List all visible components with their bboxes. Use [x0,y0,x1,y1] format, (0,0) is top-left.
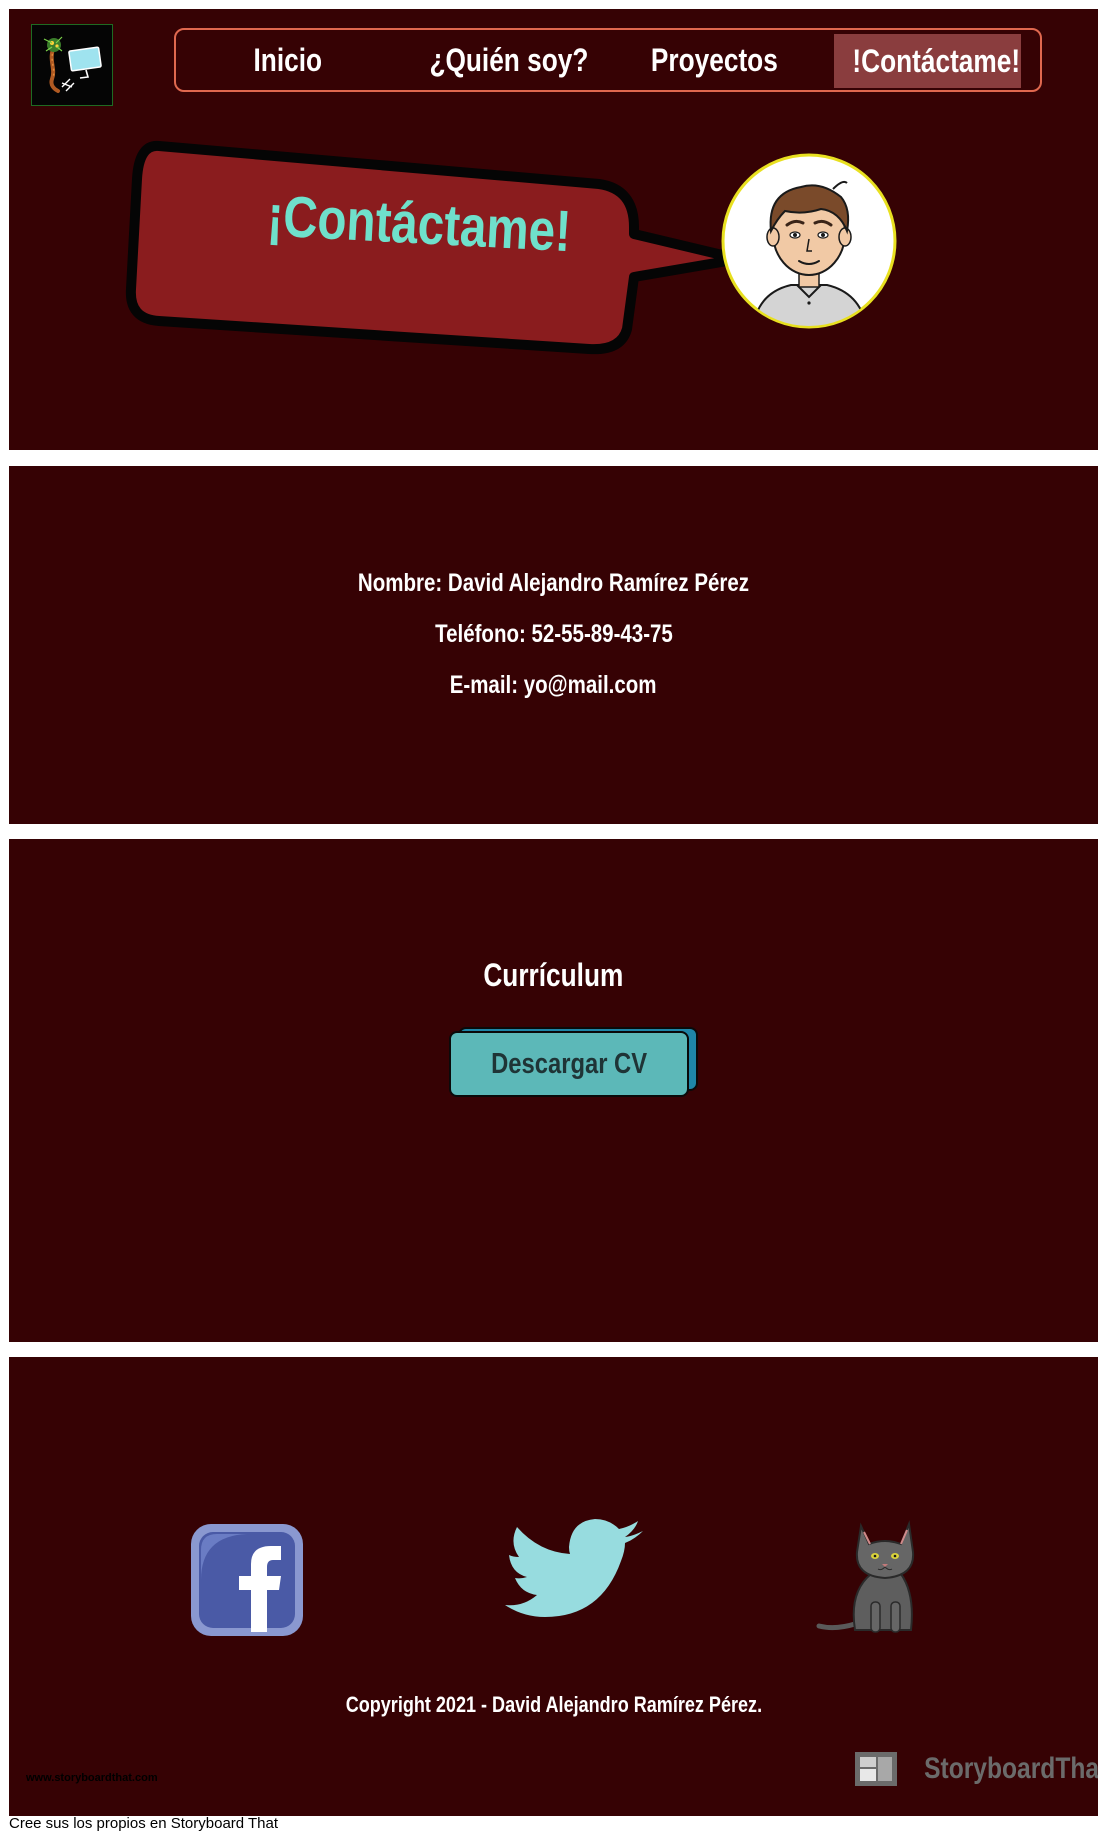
curriculum-panel: Currículum Descargar CV [9,839,1098,1342]
contact-phone: Teléfono: 52-55-89-43-75 [434,620,673,648]
storyboardthat-brand: StoryboardThat [924,1752,1098,1785]
cat-icon[interactable] [815,1512,935,1642]
watermark-url[interactable]: www.storyboardthat.com [26,1772,158,1784]
avatar [721,153,897,329]
copyright-text: Copyright 2021 - David Alejandro Ramírez… [345,1692,762,1717]
contact-email[interactable]: E-mail: yo@mail.com [9,671,1098,700]
curriculum-title: Currículum [483,957,624,993]
twitter-icon[interactable] [505,1517,645,1637]
facebook-icon[interactable] [187,1520,307,1640]
storyboardthat-watermark[interactable]: StoryboardThat [854,1747,1098,1791]
contact-name: Nombre: David Alejandro Ramírez Pérez [357,569,750,597]
contact-info-panel: Nombre: David Alejandro Ramírez Pérez Te… [9,466,1098,824]
footer-note[interactable]: Cree sus los propios en Storyboard That [9,1816,278,1832]
header-panel: Inicio ¿Quién soy? Proyectos !Contáctame… [9,9,1098,450]
nav-contactame[interactable]: !Contáctame! [834,34,1021,88]
download-cv-button[interactable]: Descargar CV [449,1031,689,1097]
storyboardthat-logo-icon [855,1752,897,1786]
nav-contactame-label: !Contáctame! [852,43,1021,79]
footer-panel: Copyright 2021 - David Alejandro Ramírez… [9,1357,1098,1816]
